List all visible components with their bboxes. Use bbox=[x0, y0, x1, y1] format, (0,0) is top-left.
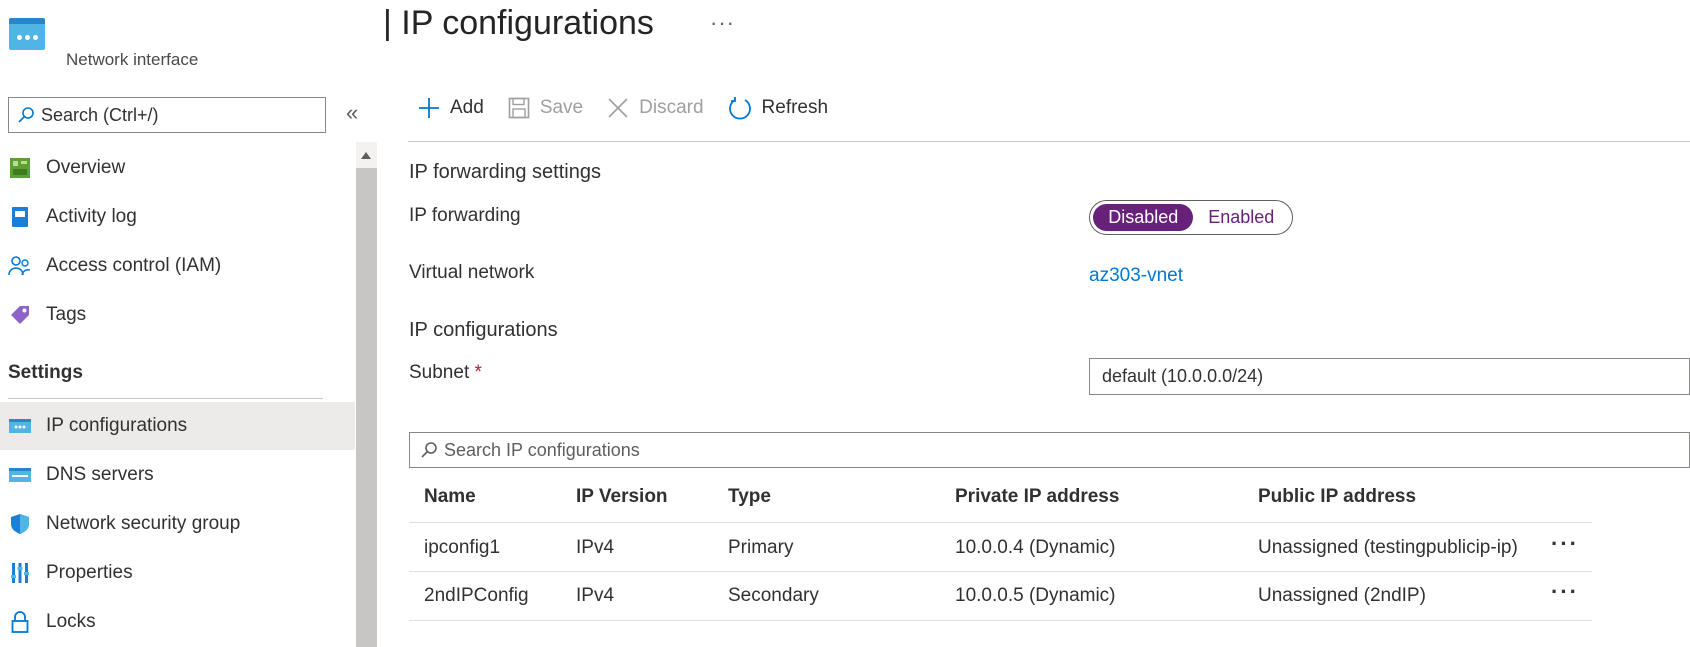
sidebar-item-network-security-group[interactable]: Network security group bbox=[0, 500, 355, 548]
sidebar-item-label: Activity log bbox=[46, 206, 137, 227]
row-more-button[interactable]: ··· bbox=[1551, 579, 1579, 605]
ip-config-icon bbox=[8, 414, 32, 438]
cell-public-ip: Unassigned (2ndIP) bbox=[1258, 585, 1426, 606]
command-bar: Add Save Discard Refresh bbox=[418, 96, 852, 120]
activity-log-icon bbox=[8, 205, 32, 229]
row-divider bbox=[409, 522, 1592, 523]
sidebar-item-label: Locks bbox=[46, 611, 96, 632]
sidebar-item-properties[interactable]: Properties bbox=[0, 549, 355, 597]
sidebar-item-ip-configurations[interactable]: IP configurations bbox=[0, 402, 355, 450]
sidebar-scrollbar[interactable] bbox=[356, 142, 377, 647]
page-title: | IP configurations bbox=[383, 4, 654, 42]
save-icon bbox=[508, 97, 530, 119]
virtual-network-link[interactable]: az303-vnet bbox=[1089, 265, 1183, 287]
network-interface-icon bbox=[9, 18, 45, 50]
lock-icon bbox=[8, 610, 32, 634]
column-header-private-ip[interactable]: Private IP address bbox=[955, 486, 1119, 508]
sidebar-item-label: Access control (IAM) bbox=[46, 255, 222, 276]
scroll-up-button[interactable] bbox=[356, 142, 377, 168]
more-options-button[interactable]: ··· bbox=[710, 10, 735, 36]
refresh-label: Refresh bbox=[761, 97, 829, 118]
toggle-disabled-option[interactable]: Disabled bbox=[1093, 204, 1194, 231]
iam-icon bbox=[8, 254, 32, 278]
required-marker: * bbox=[474, 362, 482, 383]
column-header-type[interactable]: Type bbox=[728, 486, 771, 508]
search-icon bbox=[421, 442, 437, 458]
collapse-sidebar-button[interactable]: « bbox=[346, 100, 358, 126]
cell-type: Secondary bbox=[728, 585, 819, 606]
column-header-name[interactable]: Name bbox=[424, 486, 476, 508]
cell-name[interactable]: ipconfig1 bbox=[424, 537, 500, 559]
sidebar-item-locks[interactable]: Locks bbox=[0, 598, 355, 646]
refresh-button[interactable]: Refresh bbox=[728, 96, 829, 120]
cell-type: Primary bbox=[728, 537, 794, 558]
dns-icon bbox=[8, 463, 32, 487]
ip-config-search-input[interactable]: Search IP configurations bbox=[409, 432, 1690, 468]
add-label: Add bbox=[450, 97, 484, 118]
cell-ip-version: IPv4 bbox=[576, 585, 615, 606]
toolbar-divider bbox=[408, 141, 1690, 142]
sidebar-item-label: Network security group bbox=[46, 513, 241, 534]
save-button[interactable]: Save bbox=[508, 97, 583, 119]
ip-forwarding-toggle[interactable]: Disabled Enabled bbox=[1089, 200, 1293, 235]
ip-config-search-placeholder: Search IP configurations bbox=[444, 439, 640, 460]
tag-icon bbox=[8, 303, 32, 327]
close-icon bbox=[608, 98, 628, 118]
chevron-up-icon bbox=[361, 152, 371, 159]
resource-type: Network interface bbox=[66, 50, 199, 69]
sidebar-search-placeholder: Search (Ctrl+/) bbox=[41, 104, 159, 125]
column-header-public-ip[interactable]: Public IP address bbox=[1258, 486, 1416, 508]
shield-icon bbox=[8, 512, 32, 536]
sidebar-item-dns-servers[interactable]: DNS servers bbox=[0, 451, 355, 499]
settings-section-title: Settings bbox=[8, 362, 83, 383]
ip-forwarding-section-title: IP forwarding settings bbox=[409, 161, 601, 183]
properties-icon bbox=[8, 561, 32, 585]
sidebar-item-tags[interactable]: Tags bbox=[0, 291, 355, 339]
cell-ip-version: IPv4 bbox=[576, 537, 615, 558]
column-header-ip-version[interactable]: IP Version bbox=[576, 486, 668, 508]
sidebar-item-label: Overview bbox=[46, 157, 126, 178]
cell-public-ip: Unassigned (testingpublicip-ip) bbox=[1258, 537, 1518, 558]
section-divider bbox=[8, 398, 323, 399]
add-button[interactable]: Add bbox=[418, 97, 484, 119]
subnet-label: Subnet * bbox=[409, 362, 482, 384]
cell-name[interactable]: 2ndIPConfig bbox=[424, 585, 529, 607]
save-label: Save bbox=[539, 97, 584, 118]
sidebar-item-activity-log[interactable]: Activity log bbox=[0, 193, 355, 241]
search-icon bbox=[18, 107, 34, 123]
cell-private-ip: 10.0.0.5 (Dynamic) bbox=[955, 585, 1116, 606]
sidebar-item-label: DNS servers bbox=[46, 464, 154, 485]
subnet-dropdown[interactable]: default (10.0.0.0/24) bbox=[1089, 358, 1690, 395]
sidebar-item-iam[interactable]: Access control (IAM) bbox=[0, 242, 355, 290]
ip-forwarding-label: IP forwarding bbox=[409, 205, 521, 226]
plus-icon bbox=[419, 98, 439, 118]
overview-icon bbox=[8, 156, 32, 180]
cell-private-ip: 10.0.0.4 (Dynamic) bbox=[955, 537, 1116, 558]
discard-button[interactable]: Discard bbox=[607, 97, 704, 119]
row-divider bbox=[409, 571, 1592, 572]
sidebar-item-overview[interactable]: Overview bbox=[0, 144, 355, 192]
refresh-icon bbox=[728, 97, 751, 120]
subnet-label-text: Subnet bbox=[409, 362, 470, 383]
sidebar-item-label: Tags bbox=[46, 304, 87, 325]
row-more-button[interactable]: ··· bbox=[1551, 531, 1579, 557]
row-divider bbox=[409, 620, 1592, 621]
virtual-network-label: Virtual network bbox=[409, 262, 535, 283]
toggle-enabled-option[interactable]: Enabled bbox=[1193, 204, 1289, 231]
discard-label: Discard bbox=[639, 97, 704, 118]
sidebar-search-input[interactable]: Search (Ctrl+/) bbox=[8, 97, 326, 133]
sidebar-item-label: Properties bbox=[46, 562, 133, 583]
ip-configurations-section-title: IP configurations bbox=[409, 319, 558, 341]
sidebar-item-label: IP configurations bbox=[46, 415, 188, 436]
